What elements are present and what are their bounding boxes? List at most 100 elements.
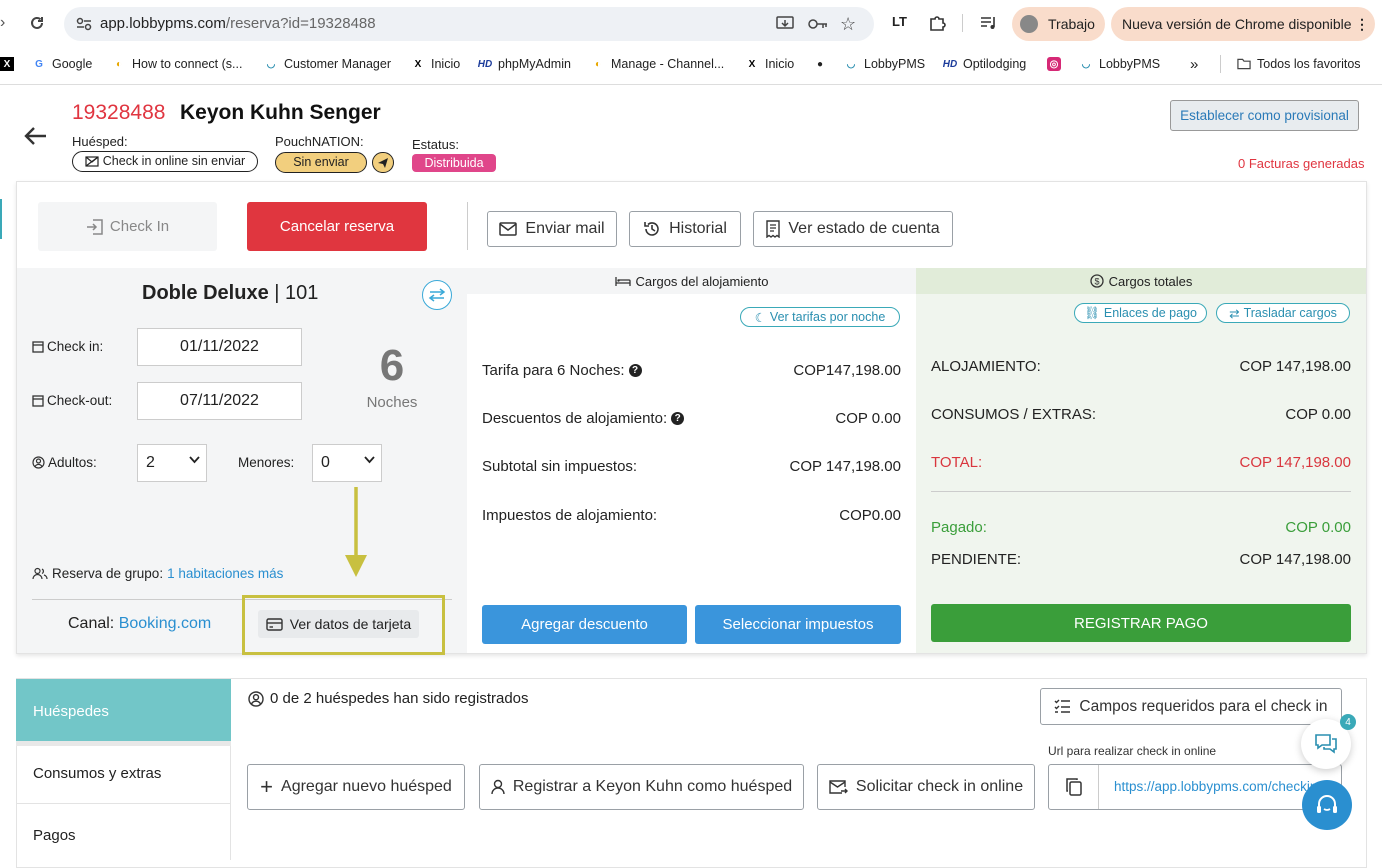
register-payment-button[interactable]: REGISTRAR PAGO <box>931 604 1351 642</box>
change-room-icon[interactable] <box>422 280 452 310</box>
nightly-rates-link[interactable]: ☾ Ver tarifas por noche <box>740 307 900 327</box>
credit-card-icon <box>266 617 283 631</box>
back-arrow-icon[interactable] <box>24 126 48 146</box>
select-taxes-button[interactable]: Seleccionar impuestos <box>695 605 901 644</box>
bookmark-manage-channel[interactable]: ◐ Manage - Channel... <box>591 55 724 73</box>
estatus-label: Estatus: <box>412 137 459 152</box>
check-in-button[interactable]: Check In <box>38 202 217 251</box>
transfer-charges-button[interactable]: ⇄ Trasladar cargos <box>1216 303 1350 323</box>
checkin-online-text: Check in online sin enviar <box>102 154 246 168</box>
invoices-link[interactable]: 0 Facturas generadas <box>1238 156 1364 171</box>
bookmark-x-icon[interactable]: X <box>0 55 14 73</box>
extensions-puzzle-icon[interactable] <box>928 14 946 32</box>
sign-in-icon <box>86 218 104 235</box>
checkout-label-text: Check-out: <box>47 393 113 408</box>
checkin-date-input[interactable]: 01/11/2022 <box>137 328 302 366</box>
address-bar[interactable]: app.lobbypms.com/reserva?id=19328488 ☆ <box>64 7 874 41</box>
add-discount-button[interactable]: Agregar descuento <box>482 605 687 644</box>
pouch-label: PouchNATION: <box>275 134 364 149</box>
extras-total-label: CONSUMOS / EXTRAS: <box>931 406 1097 423</box>
adults-label-text: Adultos: <box>48 455 97 470</box>
payment-links-button[interactable]: ⛓ Enlaces de pago <box>1074 303 1207 323</box>
taxes-label: Impuestos de alojamiento: <box>482 507 658 524</box>
install-app-icon[interactable] <box>776 16 794 32</box>
calendar-icon <box>32 394 44 407</box>
more-bookmarks-icon[interactable]: » <box>1190 55 1198 73</box>
copy-icon[interactable] <box>1049 765 1099 809</box>
all-bookmarks-label: Todos los favoritos <box>1257 57 1361 71</box>
question-icon[interactable]: ? <box>671 412 685 425</box>
transfer-icon: ⇄ <box>1229 306 1240 321</box>
adults-select[interactable]: 2 <box>137 444 207 482</box>
paid-label: Pagado: <box>931 519 987 536</box>
pouch-tag: Sin enviar <box>275 152 367 173</box>
chevron-down-icon <box>189 456 200 464</box>
forward-icon[interactable]: › <box>0 14 5 32</box>
bookmark-inicio-1[interactable]: X Inicio <box>411 55 461 73</box>
folder-icon <box>1237 57 1251 71</box>
bookmark-instagram[interactable]: ◎ <box>1047 55 1061 73</box>
minors-select[interactable]: 0 <box>312 444 382 482</box>
send-mail-button[interactable]: Enviar mail <box>487 211 617 247</box>
room-number: 101 <box>285 282 319 304</box>
paid-value: COP 0.00 <box>1285 519 1351 536</box>
url-host: app.lobbypms.com <box>100 15 226 32</box>
totals-header-label: Cargos totales <box>1108 273 1193 289</box>
moon-icon: ☾ <box>754 310 766 325</box>
checkout-date-input[interactable]: 07/11/2022 <box>137 382 302 420</box>
register-guest-button[interactable]: Registrar a Keyon Kuhn como huésped <box>479 764 804 810</box>
user-circle-icon <box>248 690 264 707</box>
send-plane-icon[interactable] <box>372 152 394 173</box>
bookmark-inicio-2[interactable]: X Inicio <box>745 55 795 73</box>
group-link[interactable]: 1 habitaciones más <box>167 566 283 581</box>
tab-consumos[interactable]: Consumos y extras <box>16 746 231 804</box>
profile-chip[interactable]: Trabajo <box>1012 7 1105 41</box>
nightly-rates-label: Ver tarifas por noche <box>769 310 886 324</box>
subtotal-value: COP 147,198.00 <box>789 458 901 475</box>
history-button[interactable]: Historial <box>629 211 741 247</box>
bookmark-lobbypms-2[interactable]: ◡ LobbyPMS <box>1079 55 1161 73</box>
lodging-total-label: ALOJAMIENTO: <box>931 358 1041 375</box>
extension-lt-icon[interactable]: LT <box>892 14 907 29</box>
bookmark-optilodging[interactable]: HD Optilodging <box>943 55 1026 73</box>
pending-value: COP 147,198.00 <box>1239 551 1351 568</box>
password-key-icon[interactable] <box>808 17 828 31</box>
adults-value: 2 <box>146 454 155 471</box>
huesped-label: Huésped: <box>72 134 128 149</box>
reload-icon[interactable] <box>28 14 46 32</box>
add-guest-button[interactable]: + Agregar nuevo huésped <box>247 764 465 810</box>
kebab-menu-icon[interactable]: ⋮ <box>1355 7 1369 41</box>
question-icon[interactable]: ? <box>628 364 642 377</box>
cancel-reservation-button[interactable]: Cancelar reserva <box>247 202 427 251</box>
bookmark-google[interactable]: G Google <box>32 55 92 73</box>
totals-header: $ Cargos totales <box>916 268 1366 294</box>
bookmark-globe[interactable]: ● <box>813 55 827 73</box>
chrome-update-chip[interactable]: Nueva versión de Chrome disponible ⋮ <box>1111 7 1375 41</box>
bookmarks-divider <box>1220 55 1221 73</box>
bookmark-how-to-connect[interactable]: ◐ How to connect (s... <box>112 55 243 73</box>
channel: Canal: Booking.com <box>68 615 211 633</box>
bookmark-customer-manager[interactable]: ◡ Customer Manager <box>264 55 391 73</box>
media-control-icon[interactable] <box>980 15 998 31</box>
bookmark-label: phpMyAdmin <box>498 57 571 71</box>
bookmark-label: Optilodging <box>963 57 1027 71</box>
bookmark-phpmyadmin[interactable]: HD phpMyAdmin <box>478 55 571 73</box>
all-bookmarks[interactable]: Todos los favoritos <box>1237 55 1361 73</box>
bookmark-star-icon[interactable]: ☆ <box>840 14 856 35</box>
tab-huespedes[interactable]: Huéspedes <box>16 679 231 741</box>
tab-pagos[interactable]: Pagos <box>16 805 231 860</box>
account-statement-button[interactable]: Ver estado de cuenta <box>753 211 953 247</box>
canal-link[interactable]: Booking.com <box>119 615 212 632</box>
more-bookmarks-label: » <box>1190 55 1199 73</box>
set-provisional-button[interactable]: Establecer como provisional <box>1170 100 1359 131</box>
envelope-arrow-icon <box>829 779 848 795</box>
site-settings-icon[interactable] <box>76 17 92 31</box>
bookmark-lobbypms-1[interactable]: ◡ LobbyPMS <box>844 55 926 73</box>
checkin-online-tag[interactable]: Check in online sin enviar <box>72 151 258 172</box>
card-data-button[interactable]: Ver datos de tarjeta <box>258 610 419 638</box>
checkin-url-field[interactable]: https://app.lobbypms.com/checkin <box>1048 764 1342 810</box>
support-widget-button[interactable] <box>1302 780 1352 830</box>
request-checkin-button[interactable]: Solicitar check in online <box>817 764 1035 810</box>
required-fields-button[interactable]: Campos requeridos para el check in <box>1040 688 1342 725</box>
browser-chrome: › app.lobbypms.com/reserva?id=19328488 ☆… <box>0 0 1382 85</box>
